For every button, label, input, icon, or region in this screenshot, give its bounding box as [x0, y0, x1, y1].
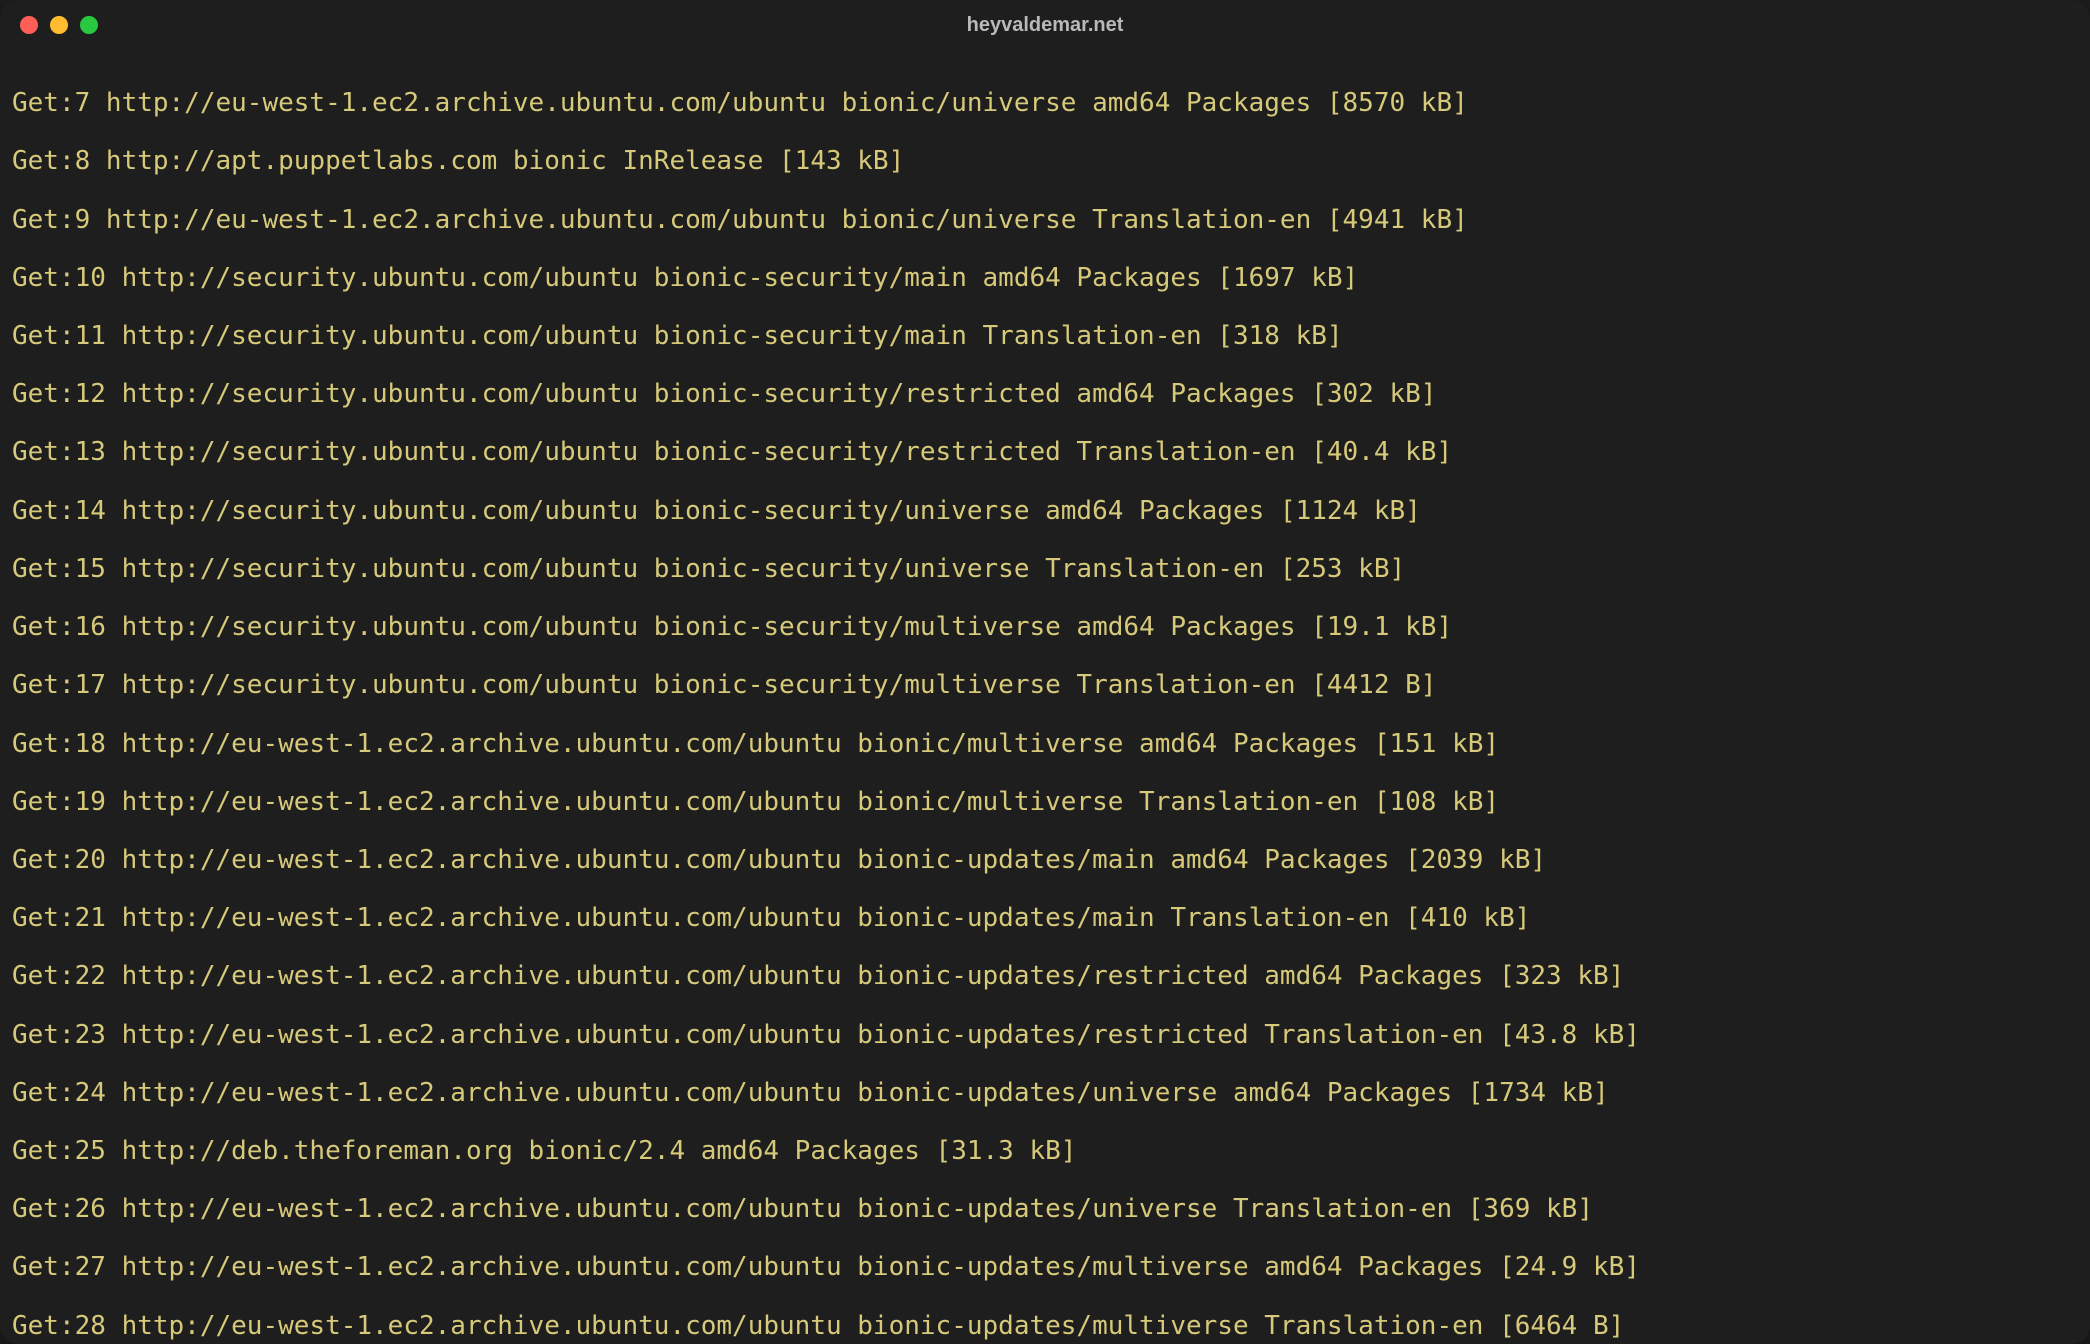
output-line: Get:24 http://eu-west-1.ec2.archive.ubun…	[12, 1079, 2078, 1108]
output-line: Get:11 http://security.ubuntu.com/ubuntu…	[12, 322, 2078, 351]
output-line: Get:25 http://deb.theforeman.org bionic/…	[12, 1137, 2078, 1166]
terminal-body[interactable]: Get:7 http://eu-west-1.ec2.archive.ubunt…	[0, 50, 2090, 1344]
output-line: Get:15 http://security.ubuntu.com/ubuntu…	[12, 555, 2078, 584]
output-line: Get:16 http://security.ubuntu.com/ubuntu…	[12, 613, 2078, 642]
minimize-icon[interactable]	[50, 16, 68, 34]
output-line: Get:22 http://eu-west-1.ec2.archive.ubun…	[12, 962, 2078, 991]
maximize-icon[interactable]	[80, 16, 98, 34]
output-line: Get:17 http://security.ubuntu.com/ubuntu…	[12, 671, 2078, 700]
window-title: heyvaldemar.net	[0, 14, 2090, 37]
output-line: Get:28 http://eu-west-1.ec2.archive.ubun…	[12, 1312, 2078, 1341]
output-line: Get:12 http://security.ubuntu.com/ubuntu…	[12, 380, 2078, 409]
output-line: Get:26 http://eu-west-1.ec2.archive.ubun…	[12, 1195, 2078, 1224]
output-line: Get:23 http://eu-west-1.ec2.archive.ubun…	[12, 1021, 2078, 1050]
terminal-window: heyvaldemar.net Get:7 http://eu-west-1.e…	[0, 0, 2090, 1344]
titlebar: heyvaldemar.net	[0, 0, 2090, 50]
traffic-lights	[20, 16, 98, 34]
output-line: Get:18 http://eu-west-1.ec2.archive.ubun…	[12, 730, 2078, 759]
output-line: Get:20 http://eu-west-1.ec2.archive.ubun…	[12, 846, 2078, 875]
output-line: Get:19 http://eu-west-1.ec2.archive.ubun…	[12, 788, 2078, 817]
output-line: Get:8 http://apt.puppetlabs.com bionic I…	[12, 147, 2078, 176]
close-icon[interactable]	[20, 16, 38, 34]
output-line: Get:13 http://security.ubuntu.com/ubuntu…	[12, 438, 2078, 467]
output-line: Get:10 http://security.ubuntu.com/ubuntu…	[12, 264, 2078, 293]
output-line: Get:9 http://eu-west-1.ec2.archive.ubunt…	[12, 206, 2078, 235]
output-line: Get:14 http://security.ubuntu.com/ubuntu…	[12, 497, 2078, 526]
output-line: Get:27 http://eu-west-1.ec2.archive.ubun…	[12, 1253, 2078, 1282]
output-line: Get:21 http://eu-west-1.ec2.archive.ubun…	[12, 904, 2078, 933]
output-line: Get:7 http://eu-west-1.ec2.archive.ubunt…	[12, 89, 2078, 118]
